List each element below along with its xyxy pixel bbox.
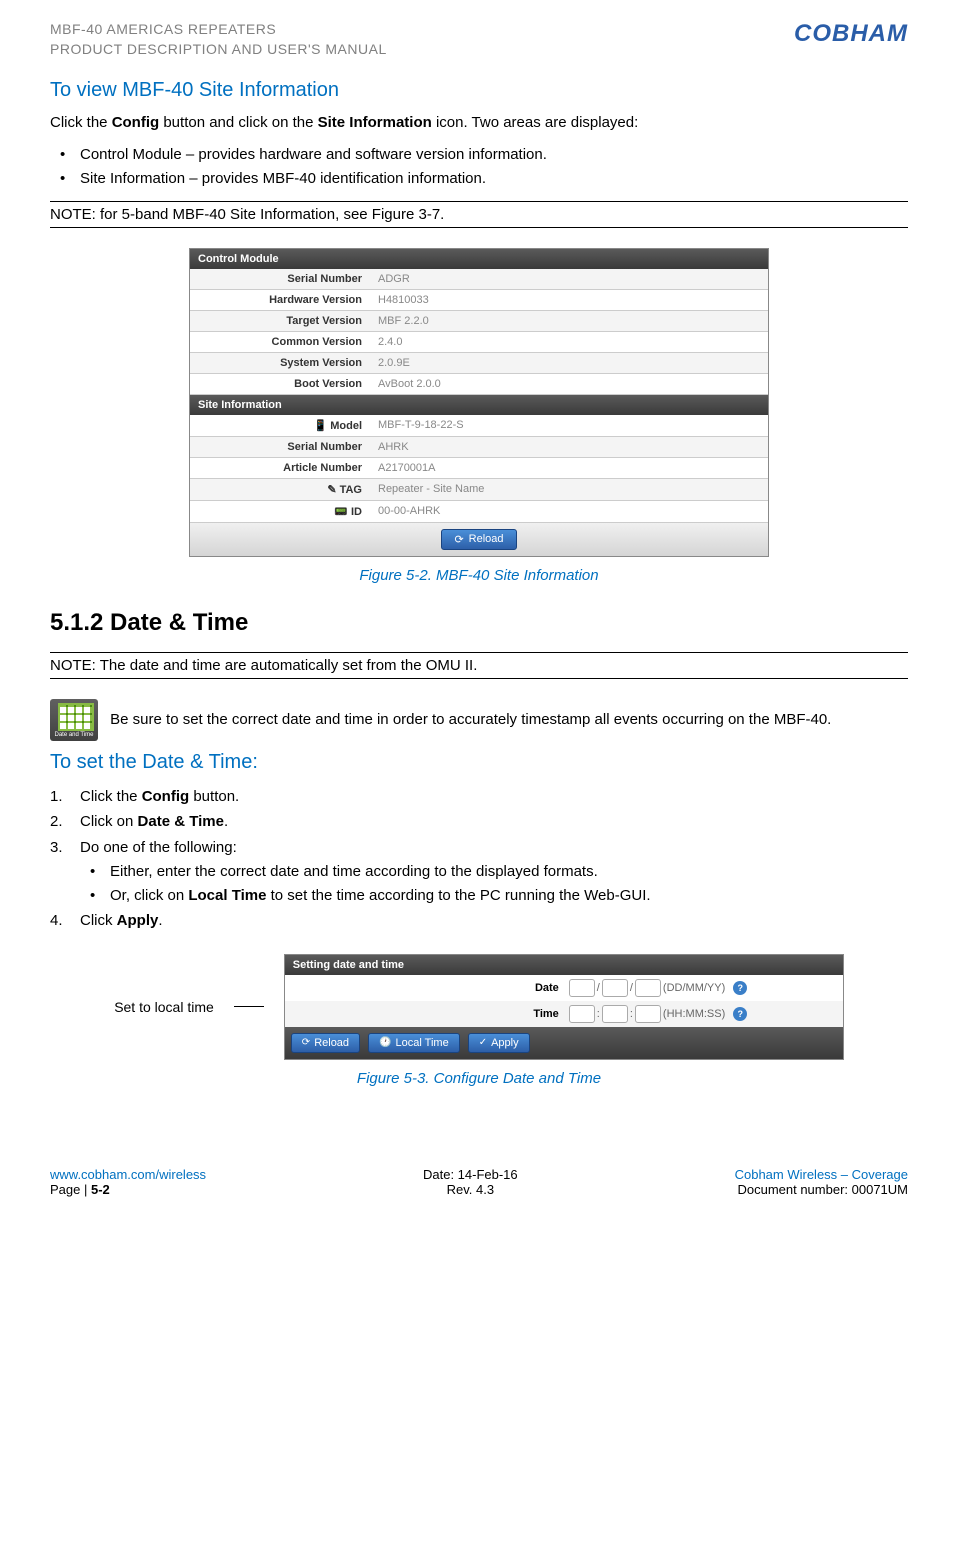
table-row: 📱 ModelMBF-T-9-18-22-S xyxy=(190,415,768,437)
table-row: Boot VersionAvBoot 2.0.0 xyxy=(190,374,768,395)
section-heading-site-info: To view MBF-40 Site Information xyxy=(50,79,908,102)
list-item: Click Apply. xyxy=(50,908,908,934)
bullet-list-site-info: Control Module – provides hardware and s… xyxy=(50,143,908,191)
table-row: ✎ TAGRepeater - Site Name xyxy=(190,479,768,501)
time-hint: (HH:MM:SS) xyxy=(663,1008,725,1020)
button-toolbar: ⟳Reload 🕐Local Time ✓Apply xyxy=(285,1027,843,1059)
control-module-panel: Control Module Serial NumberADGR Hardwar… xyxy=(189,248,769,557)
page-header: MBF-40 AMERICAS REPEATERS PRODUCT DESCRI… xyxy=(50,20,908,59)
footer-company: Cobham Wireless – Coverage xyxy=(735,1167,908,1182)
list-item: Click the Config button. xyxy=(50,784,908,810)
reload-toolbar: ⟳Reload xyxy=(190,523,768,556)
heading-date-time: 5.1.2 Date & Time xyxy=(50,609,908,637)
footer-left: www.cobham.com/wireless Page | 5-2 xyxy=(50,1167,206,1197)
table-row: Target VersionMBF 2.2.0 xyxy=(190,311,768,332)
page-footer: www.cobham.com/wireless Page | 5-2 Date:… xyxy=(50,1167,908,1197)
date-label: Date xyxy=(289,982,569,994)
reload-button[interactable]: ⟳Reload xyxy=(291,1033,360,1053)
date-row: Date / / (DD/MM/YY) ? xyxy=(285,975,843,1001)
hour-field[interactable] xyxy=(569,1005,595,1023)
date-and-time-icon xyxy=(50,699,98,741)
footer-center: Date: 14-Feb-16 Rev. 4.3 xyxy=(423,1167,518,1197)
header-line1: MBF-40 AMERICAS REPEATERS xyxy=(50,20,387,40)
refresh-icon: ⟳ xyxy=(454,533,463,546)
callout-local-time: Set to local time xyxy=(114,999,214,1015)
list-item: Click on Date & Time. xyxy=(50,809,908,835)
header-line2: PRODUCT DESCRIPTION AND USER'S MANUAL xyxy=(50,40,387,60)
date-inputs: / / (DD/MM/YY) ? xyxy=(569,979,747,997)
footer-rev: Rev. 4.3 xyxy=(423,1182,518,1197)
footer-url: www.cobham.com/wireless xyxy=(50,1167,206,1182)
footer-page: Page | 5-2 xyxy=(50,1182,206,1197)
time-label: Time xyxy=(289,1008,569,1020)
table-row: Article NumberA2170001A xyxy=(190,458,768,479)
date-hint: (DD/MM/YY) xyxy=(663,982,725,994)
list-item: Do one of the following: Either, enter t… xyxy=(50,835,908,909)
screenshot-date-time: Set to local time Setting date and time … xyxy=(50,954,908,1060)
check-icon: ✓ xyxy=(479,1037,487,1048)
apply-button[interactable]: ✓Apply xyxy=(468,1033,530,1053)
refresh-icon: ⟳ xyxy=(302,1037,310,1048)
note-box-1: NOTE: for 5-band MBF-40 Site Information… xyxy=(50,201,908,228)
table-row: 📟 ID00-00-AHRK xyxy=(190,501,768,523)
panel-header-site-info: Site Information xyxy=(190,395,768,415)
note-box-2: NOTE: The date and time are automaticall… xyxy=(50,652,908,679)
date-time-panel: Setting date and time Date / / (DD/MM/YY… xyxy=(284,954,844,1060)
panel-header-datetime: Setting date and time xyxy=(285,955,843,975)
header-title-block: MBF-40 AMERICAS REPEATERS PRODUCT DESCRI… xyxy=(50,20,387,59)
table-row: Serial NumberADGR xyxy=(190,269,768,290)
section-heading-set-date: To set the Date & Time: xyxy=(50,751,908,774)
screenshot-control-module: Control Module Serial NumberADGR Hardwar… xyxy=(50,248,908,557)
sub-bullet-list: Either, enter the correct date and time … xyxy=(90,860,908,908)
bullet-item: Control Module – provides hardware and s… xyxy=(50,143,908,167)
step-list: Click the Config button. Click on Date &… xyxy=(50,784,908,934)
time-inputs: : : (HH:MM:SS) ? xyxy=(569,1005,747,1023)
table-row: Common Version2.4.0 xyxy=(190,332,768,353)
clock-icon: 🕐 xyxy=(379,1037,391,1048)
day-field[interactable] xyxy=(569,979,595,997)
arrow-icon xyxy=(234,1006,264,1007)
table-row: Serial NumberAHRK xyxy=(190,437,768,458)
figure-caption-5-3: Figure 5-3. Configure Date and Time xyxy=(50,1070,908,1087)
intro-paragraph: Click the Config button and click on the… xyxy=(50,112,908,135)
local-time-button[interactable]: 🕐Local Time xyxy=(368,1033,460,1053)
date-time-intro: Be sure to set the correct date and time… xyxy=(50,699,908,741)
footer-docnum: Document number: 00071UM xyxy=(735,1182,908,1197)
footer-right: Cobham Wireless – Coverage Document numb… xyxy=(735,1167,908,1197)
reload-button[interactable]: ⟳Reload xyxy=(441,529,516,550)
bullet-item: Site Information – provides MBF-40 ident… xyxy=(50,167,908,191)
year-field[interactable] xyxy=(635,979,661,997)
footer-date: Date: 14-Feb-16 xyxy=(423,1167,518,1182)
help-icon[interactable]: ? xyxy=(733,1007,747,1021)
table-row: System Version2.0.9E xyxy=(190,353,768,374)
list-item: Or, click on Local Time to set the time … xyxy=(90,884,908,908)
panel-header-control: Control Module xyxy=(190,249,768,269)
table-row: Hardware VersionH4810033 xyxy=(190,290,768,311)
list-item: Either, enter the correct date and time … xyxy=(90,860,908,884)
month-field[interactable] xyxy=(602,979,628,997)
cobham-logo: COBHAM xyxy=(794,20,908,48)
figure-caption-5-2: Figure 5-2. MBF-40 Site Information xyxy=(50,567,908,584)
help-icon[interactable]: ? xyxy=(733,981,747,995)
time-row: Time : : (HH:MM:SS) ? xyxy=(285,1001,843,1027)
minute-field[interactable] xyxy=(602,1005,628,1023)
second-field[interactable] xyxy=(635,1005,661,1023)
